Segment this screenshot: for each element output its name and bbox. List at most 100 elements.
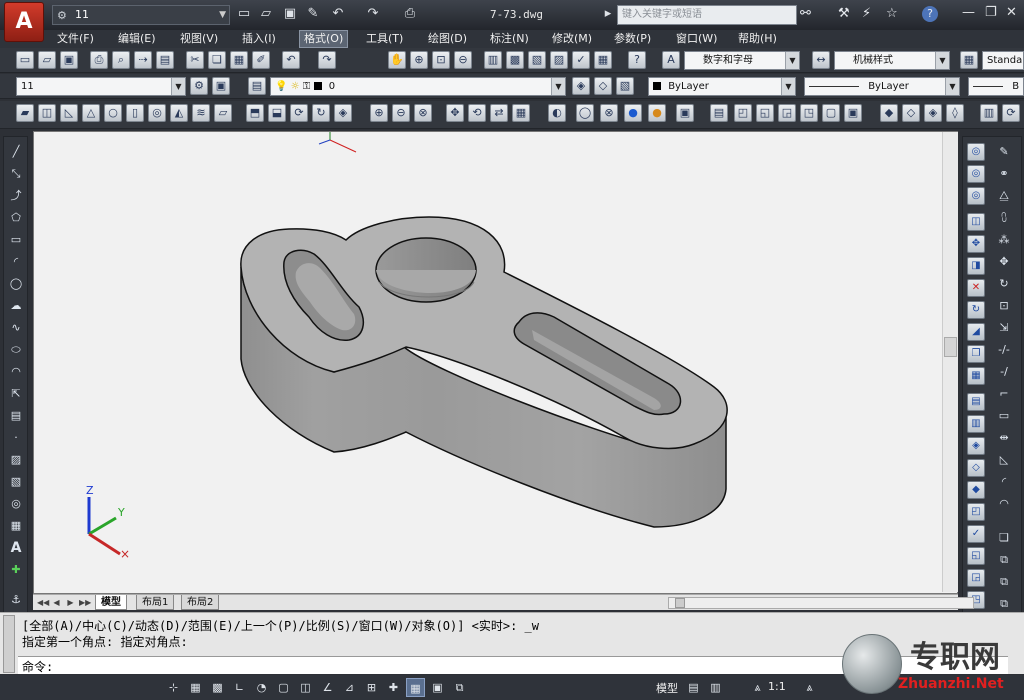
wrench-icon[interactable]: ⚒: [838, 6, 850, 21]
loft-icon[interactable]: ◈: [334, 104, 352, 122]
ellipse-arc-icon[interactable]: ◠: [7, 363, 25, 381]
lineweight-toggle-icon[interactable]: ✚: [384, 678, 403, 697]
annotation-visibility-icon[interactable]: ⩓: [800, 678, 819, 697]
table-icon[interactable]: ▦: [7, 517, 25, 535]
slice-icon[interactable]: ◱: [967, 547, 985, 565]
menu-insert[interactable]: 插入(I): [242, 31, 276, 47]
shade-conceptual-icon[interactable]: ●: [648, 104, 666, 122]
move-faces-icon[interactable]: ✥: [967, 235, 985, 253]
check-icon[interactable]: ✓: [967, 525, 985, 543]
circle-icon[interactable]: ◯: [7, 275, 25, 293]
3d-print-icon[interactable]: ▤: [156, 51, 174, 69]
separate-icon[interactable]: ◆: [967, 481, 985, 499]
arc-icon[interactable]: ◜: [7, 253, 25, 271]
menu-format[interactable]: 格式(O): [299, 30, 349, 48]
view-ne-iso-icon[interactable]: ◈: [924, 104, 942, 122]
menu-window[interactable]: 窗口(W): [676, 31, 717, 47]
planar-surface-icon[interactable]: ▱: [214, 104, 232, 122]
view-top-icon[interactable]: ◰: [734, 104, 752, 122]
extrude-faces-icon[interactable]: ◫: [967, 213, 985, 231]
copy-icon[interactable]: ❏: [208, 51, 226, 69]
view-manager-icon[interactable]: ▤: [710, 104, 728, 122]
draw-order-icon[interactable]: ⧉: [995, 551, 1013, 569]
layer-previous-icon[interactable]: ◇: [594, 77, 612, 95]
layer-select[interactable]: 💡 ☼ ⚿ 0 ▼: [270, 77, 566, 96]
object-snap-tracking-icon[interactable]: ∠: [318, 678, 337, 697]
layer-state-icon[interactable]: ▧: [616, 77, 634, 95]
menu-dimension[interactable]: 标注(N): [490, 31, 529, 47]
move-icon[interactable]: ✥: [995, 253, 1013, 271]
pan-icon[interactable]: ✋: [388, 51, 406, 69]
design-center-icon[interactable]: ▩: [506, 51, 524, 69]
table-style-select[interactable]: Standa: [982, 51, 1024, 70]
zoom-window-icon[interactable]: ⊡: [432, 51, 450, 69]
offset-faces-icon[interactable]: ◨: [967, 257, 985, 275]
add-selected-icon[interactable]: ✚: [7, 561, 25, 579]
dim-style-icon[interactable]: ↔: [812, 51, 830, 69]
object-snap-icon[interactable]: ▢: [274, 678, 293, 697]
color-select[interactable]: ByLayer ▼: [648, 77, 796, 96]
pyramid-icon[interactable]: ◭: [170, 104, 188, 122]
visual-styles-manager-icon[interactable]: ▣: [676, 104, 694, 122]
rotate-icon[interactable]: ↻: [995, 275, 1013, 293]
polygon-icon[interactable]: ⬠: [7, 209, 25, 227]
horizontal-scrollbar[interactable]: [668, 597, 974, 609]
rotate-faces-icon[interactable]: ↻: [967, 301, 985, 319]
extrude-icon[interactable]: ⬒: [246, 104, 264, 122]
ucs-toggle-icon[interactable]: ⚓: [7, 591, 25, 609]
binoculars-icon[interactable]: ⚯: [800, 6, 811, 21]
text-style-icon[interactable]: A: [662, 51, 680, 69]
close-icon[interactable]: ✕: [1006, 5, 1017, 20]
union-icon[interactable]: ⊕: [370, 104, 388, 122]
view-left-icon[interactable]: ◲: [778, 104, 796, 122]
dropdown-arrow-icon[interactable]: ▸: [600, 6, 616, 22]
help-icon[interactable]: ?: [922, 6, 938, 22]
hatch-icon[interactable]: ▨: [7, 451, 25, 469]
save-icon[interactable]: ▣: [60, 51, 78, 69]
grid-display-icon[interactable]: ▩: [208, 678, 227, 697]
tab-model[interactable]: 模型: [95, 595, 127, 610]
insert-block-icon[interactable]: ⇱: [7, 385, 25, 403]
polyline-icon[interactable]: ⤴: [7, 187, 25, 205]
view-se-iso-icon[interactable]: ◇: [902, 104, 920, 122]
annotation-scale-icon[interactable]: ⩓: [748, 678, 767, 697]
command-window-grip[interactable]: [3, 615, 15, 673]
menu-edit[interactable]: 编辑(E): [118, 31, 156, 47]
hatch-to-back-icon[interactable]: ⧉: [995, 595, 1013, 613]
menu-modify[interactable]: 修改(M): [552, 31, 592, 47]
3d-object-snap-icon[interactable]: ◫: [296, 678, 315, 697]
3d-rotate-icon[interactable]: ⟲: [468, 104, 486, 122]
offset-icon[interactable]: ⩇: [995, 209, 1013, 227]
sheet-set-icon[interactable]: ▨: [550, 51, 568, 69]
sphere-icon[interactable]: ○: [104, 104, 122, 122]
3d-align-icon[interactable]: ⇄: [490, 104, 508, 122]
ellipse-icon[interactable]: ⬭: [7, 341, 25, 359]
infer-constraints-icon[interactable]: ⊹: [164, 678, 183, 697]
menu-view[interactable]: 视图(V): [180, 31, 218, 47]
exchange-icon[interactable]: ⚡: [862, 6, 871, 21]
3d-array-icon[interactable]: ▦: [512, 104, 530, 122]
gear-icon[interactable]: ⚙: [190, 77, 208, 95]
shell-icon[interactable]: ◰: [967, 503, 985, 521]
multiline-text-icon[interactable]: A: [7, 539, 25, 557]
point-icon[interactable]: ·: [7, 429, 25, 447]
presspull-icon[interactable]: ⬓: [268, 104, 286, 122]
camera-icon[interactable]: ▥: [980, 104, 998, 122]
publish-icon[interactable]: ⇢: [134, 51, 152, 69]
intersect-icon[interactable]: ◎: [967, 187, 985, 205]
application-menu-button[interactable]: A: [4, 2, 44, 42]
wedge-icon[interactable]: ◺: [60, 104, 78, 122]
undo-icon[interactable]: ↶: [282, 51, 300, 69]
color-faces-icon[interactable]: ▦: [967, 367, 985, 385]
vertical-scrollbar[interactable]: [942, 132, 958, 592]
stretch-icon[interactable]: ⇲: [995, 319, 1013, 337]
subtract-icon[interactable]: ⊖: [392, 104, 410, 122]
minimize-icon[interactable]: —: [962, 5, 975, 20]
shade-hidden-icon[interactable]: ⊗: [600, 104, 618, 122]
workspace-combo[interactable]: 11 ▼: [16, 77, 186, 96]
open-folder-icon[interactable]: ▱: [258, 6, 274, 22]
copy-edges-icon[interactable]: ▤: [967, 393, 985, 411]
cone-icon[interactable]: △: [82, 104, 100, 122]
zoom-previous-icon[interactable]: ⊖: [454, 51, 472, 69]
menu-tools[interactable]: 工具(T): [366, 31, 403, 47]
